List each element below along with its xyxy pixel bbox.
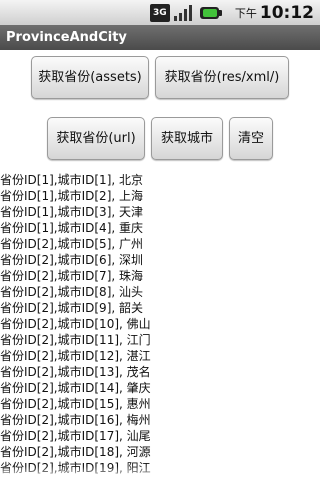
app-title: ProvinceAndCity — [0, 25, 320, 50]
network-3g-icon: 3G — [149, 3, 170, 22]
list-item: 省份ID[2],城市ID[16], 梅州 — [0, 413, 151, 427]
scroll-fade — [0, 466, 320, 480]
list-item: 省份ID[2],城市ID[14], 肇庆 — [0, 381, 151, 395]
list-item: 省份ID[2],城市ID[5], 广州 — [0, 237, 143, 251]
list-item: 省份ID[2],城市ID[15], 惠州 — [0, 397, 151, 411]
list-item: 省份ID[2],城市ID[11], 江门 — [0, 333, 151, 347]
clock-time: 10:12 — [259, 2, 314, 23]
clear-button[interactable]: 清空 — [229, 117, 273, 160]
list-item: 省份ID[1],城市ID[1], 北京 — [0, 173, 143, 187]
get-provinces-url-button[interactable]: 获取省份(url) — [47, 117, 145, 160]
status-bar: 3G 下午 10:12 — [0, 0, 320, 25]
list-item: 省份ID[2],城市ID[10], 佛山 — [0, 317, 151, 331]
list-item: 省份ID[2],城市ID[6], 深圳 — [0, 253, 143, 267]
get-provinces-xml-button[interactable]: 获取省份(res/xml/) — [155, 56, 289, 99]
time-period: 下午 — [234, 6, 257, 20]
list-item: 省份ID[1],城市ID[4], 重庆 — [0, 221, 143, 235]
list-item: 省份ID[2],城市ID[12], 湛江 — [0, 349, 151, 363]
signal-strength-icon — [173, 4, 193, 22]
get-cities-button[interactable]: 获取城市 — [151, 117, 223, 160]
list-item: 省份ID[2],城市ID[7], 珠海 — [0, 269, 143, 283]
list-item: 省份ID[1],城市ID[2], 上海 — [0, 189, 143, 203]
status-icons: 3G 下午 10:12 — [149, 2, 314, 23]
list-item: 省份ID[1],城市ID[3], 天津 — [0, 205, 143, 219]
list-item: 省份ID[2],城市ID[18], 河源 — [0, 445, 151, 459]
battery-icon — [199, 4, 224, 22]
list-item: 省份ID[2],城市ID[13], 茂名 — [0, 365, 151, 379]
list-item: 省份ID[2],城市ID[17], 汕尾 — [0, 429, 151, 443]
list-item: 省份ID[2],城市ID[9], 韶关 — [0, 301, 143, 315]
result-list[interactable]: 省份ID[1],城市ID[1], 北京 省份ID[1],城市ID[2], 上海 省份… — [0, 172, 320, 480]
get-provinces-assets-button[interactable]: 获取省份(assets) — [31, 56, 149, 99]
list-item: 省份ID[2],城市ID[8], 汕头 — [0, 285, 143, 299]
